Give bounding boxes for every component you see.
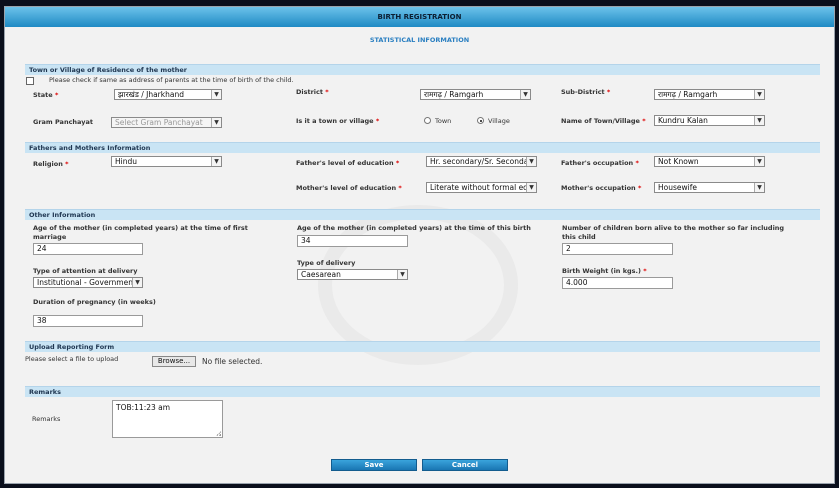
chevron-down-icon: ▼: [132, 278, 142, 287]
subdistrict-label: Sub-District *: [561, 88, 611, 96]
town-radio-label: Town: [435, 117, 452, 125]
district-select[interactable]: रामगढ़ / Ramgarh ▼: [420, 89, 531, 100]
gram-panchayat-select[interactable]: Select Gram Panchayat ▼: [111, 117, 222, 128]
mother-occupation-select[interactable]: Housewife ▼: [654, 182, 765, 193]
age-at-marriage-input[interactable]: 24: [33, 243, 143, 255]
birth-registration-form: BIRTH REGISTRATION STATISTICAL INFORMATI…: [4, 6, 835, 484]
chevron-down-icon: ▼: [397, 270, 407, 279]
remarks-label: Remarks: [32, 415, 61, 423]
children-born-input[interactable]: 2: [562, 243, 673, 255]
town-or-village-label: Is it a town or village *: [296, 117, 380, 125]
birth-weight-input[interactable]: 4.000: [562, 277, 673, 289]
delivery-type-select[interactable]: Caesarean ▼: [297, 269, 408, 280]
file-status: No file selected.: [202, 357, 263, 366]
same-address-checkbox[interactable]: [26, 77, 34, 85]
same-address-label: Please check if same as address of paren…: [49, 76, 294, 84]
cancel-button[interactable]: Cancel: [422, 459, 508, 471]
age-at-birth-label: Age of the mother (in completed years) a…: [297, 224, 531, 232]
age-at-marriage-label: Age of the mother (in completed years) a…: [33, 224, 248, 241]
remarks-text: TOB:11:23 am: [116, 403, 171, 412]
remarks-textarea[interactable]: TOB:11:23 am: [112, 400, 223, 438]
town-radio[interactable]: [424, 117, 431, 124]
chevron-down-icon: ▼: [526, 183, 536, 192]
save-button[interactable]: Save: [331, 459, 417, 471]
subdistrict-select[interactable]: रामगढ़ / Ramgarh ▼: [654, 89, 765, 100]
browse-button[interactable]: Browse...: [152, 356, 196, 367]
chevron-down-icon: ▼: [754, 90, 764, 99]
section-remarks-header: Remarks: [25, 386, 820, 397]
section-residence-header: Town or Village of Residence of the moth…: [25, 64, 820, 75]
upload-prompt: Please select a file to upload: [25, 355, 119, 363]
village-radio-label: Village: [488, 117, 510, 125]
father-education-select[interactable]: Hr. secondary/Sr. Secondary ▼: [426, 156, 537, 167]
chevron-down-icon: ▼: [211, 157, 221, 166]
section-parents-header: Fathers and Mothers Information: [25, 142, 820, 153]
chevron-down-icon: ▼: [211, 90, 221, 99]
section-upload-header: Upload Reporting Form: [25, 341, 820, 352]
children-born-label: Number of children born alive to the mot…: [562, 224, 785, 241]
page-title: BIRTH REGISTRATION: [5, 7, 834, 27]
father-education-label: Father's level of education *: [296, 159, 400, 167]
mother-education-label: Mother's level of education *: [296, 184, 402, 192]
district-label: District *: [296, 88, 329, 96]
chevron-down-icon: ▼: [520, 90, 530, 99]
religion-label: Religion *: [33, 160, 69, 168]
religion-select[interactable]: Hindu ▼: [111, 156, 222, 167]
town-name-select[interactable]: Kundru Kalan ▼: [654, 115, 765, 126]
town-name-label: Name of Town/Village *: [561, 117, 646, 125]
father-occupation-label: Father's occupation *: [561, 159, 639, 167]
resize-grip-icon[interactable]: [216, 431, 221, 436]
state-label: State *: [33, 91, 59, 99]
chevron-down-icon: ▼: [526, 157, 536, 166]
pregnancy-duration-input[interactable]: 38: [33, 315, 143, 327]
chevron-down-icon: ▼: [754, 116, 764, 125]
gram-panchayat-label: Gram Panchayat: [33, 118, 93, 126]
chevron-down-icon: ▼: [754, 157, 764, 166]
delivery-type-label: Type of delivery: [297, 259, 356, 267]
section-other-header: Other Information: [25, 209, 820, 220]
father-occupation-select[interactable]: Not Known ▼: [654, 156, 765, 167]
attention-label: Type of attention at delivery: [33, 267, 138, 275]
age-at-birth-input[interactable]: 34: [297, 235, 408, 247]
village-radio[interactable]: [477, 117, 484, 124]
pregnancy-duration-label: Duration of pregnancy (in weeks): [33, 298, 156, 306]
birth-weight-label: Birth Weight (in kgs.) *: [562, 267, 647, 275]
chevron-down-icon: ▼: [754, 183, 764, 192]
page-subtitle: STATISTICAL INFORMATION: [369, 36, 470, 44]
attention-select[interactable]: Institutional - Government ▼: [33, 277, 143, 288]
chevron-down-icon: ▼: [211, 118, 221, 127]
state-select[interactable]: झारखंड / Jharkhand ▼: [114, 89, 222, 100]
mother-occupation-label: Mother's occupation *: [561, 184, 642, 192]
mother-education-select[interactable]: Literate without formal education▼: [426, 182, 537, 193]
